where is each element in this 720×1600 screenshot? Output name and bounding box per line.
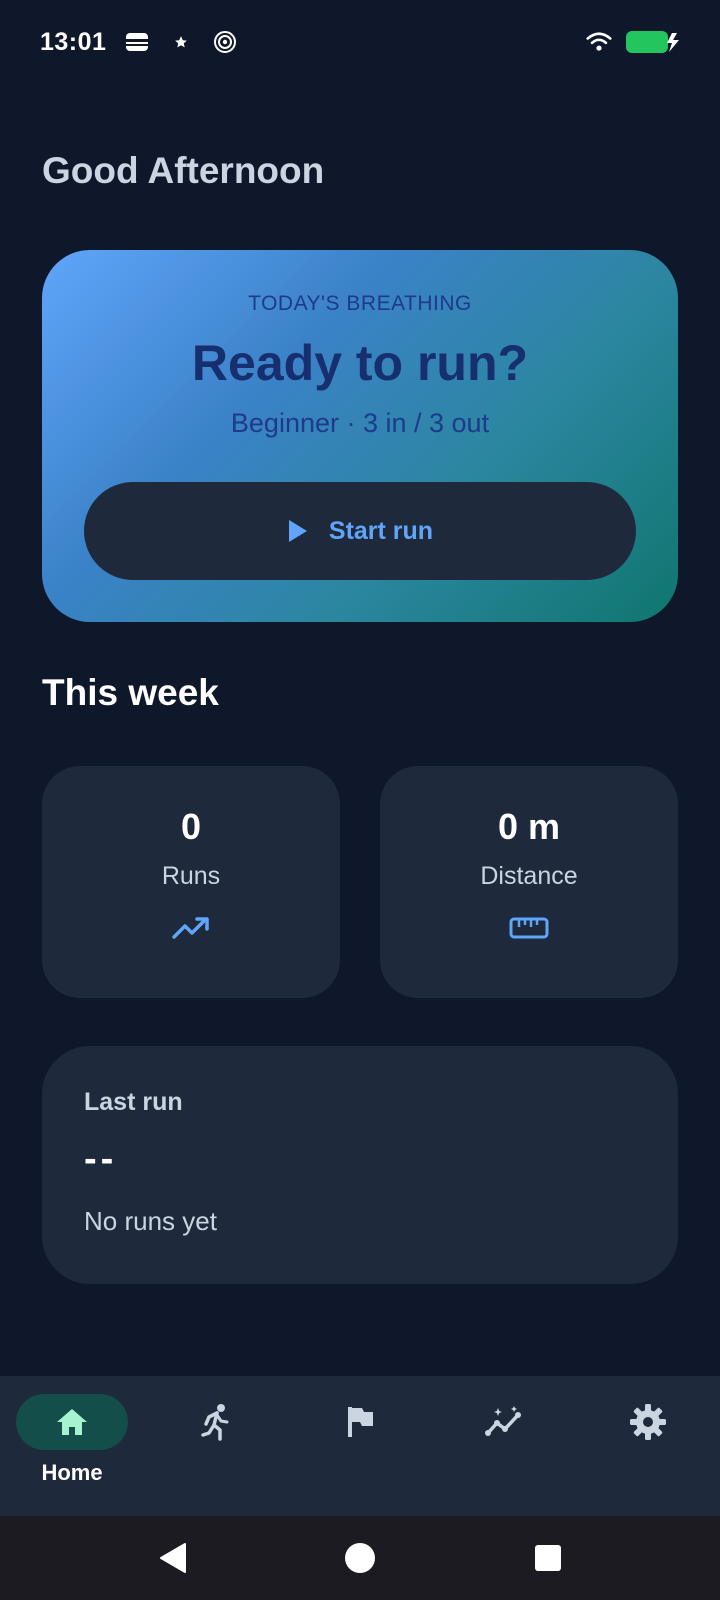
nav-item-insights[interactable] (432, 1376, 576, 1516)
hero-eyebrow: TODAY'S BREATHING (248, 292, 472, 315)
status-time: 13:01 (40, 27, 107, 56)
last-run-empty-text: No runs yet (84, 1206, 217, 1236)
play-icon (287, 519, 309, 543)
home-circle-icon[interactable] (342, 1540, 378, 1576)
hero-title: Ready to run? (191, 335, 529, 391)
back-icon[interactable] (154, 1540, 190, 1576)
spiral-icon (212, 29, 238, 55)
runs-value: 0 (180, 806, 202, 847)
trending-up-icon (172, 916, 210, 940)
home-screen: 13:01 Good Afternoon TODAY'S BREATHING R… (0, 0, 720, 1600)
distance-value: 0 m (497, 806, 561, 847)
insights-icon (484, 1405, 524, 1439)
status-right (586, 29, 680, 55)
runs-label: Runs (161, 862, 221, 890)
nav-item-goals[interactable] (288, 1376, 432, 1516)
wallet-icon (124, 29, 150, 55)
nav-settings-pill (592, 1394, 704, 1450)
nav-item-run[interactable] (144, 1376, 288, 1516)
last-run-card[interactable]: Last run -- No runs yet (42, 1046, 678, 1284)
start-run-button[interactable]: Start run (84, 482, 636, 580)
system-navigation-bar (0, 1516, 720, 1600)
this-week-title: This week (42, 672, 219, 713)
nav-item-home[interactable]: Home (0, 1376, 144, 1516)
distance-stat-card: 0 m Distance (380, 766, 678, 998)
last-run-title: Last run (84, 1088, 183, 1116)
greeting: Good Afternoon (42, 150, 325, 191)
wifi-icon (586, 29, 612, 55)
hero-subtitle: Beginner · 3 in / 3 out (230, 408, 490, 438)
nav-home-pill (16, 1394, 128, 1450)
recents-icon[interactable] (530, 1540, 566, 1576)
distance-label: Distance (480, 862, 578, 890)
breathing-hero-card: TODAY'S BREATHING Ready to run? Beginner… (42, 250, 678, 622)
nav-home-label: Home (41, 1460, 103, 1485)
gear-icon (629, 1403, 667, 1441)
runner-icon (200, 1403, 232, 1441)
flag-icon (345, 1405, 375, 1439)
bottom-navigation: Home (0, 1376, 720, 1516)
start-run-label: Start run (328, 516, 434, 545)
last-run-value: -- (84, 1138, 118, 1180)
ruler-icon (509, 916, 549, 940)
nav-goals-pill (304, 1394, 416, 1450)
nav-run-pill (160, 1394, 272, 1450)
home-icon (55, 1407, 89, 1437)
star-icon (168, 29, 194, 55)
battery-charging-icon (626, 30, 680, 54)
nav-insights-pill (448, 1394, 560, 1450)
status-left: 13:01 (40, 28, 238, 57)
nav-item-settings[interactable] (576, 1376, 720, 1516)
runs-stat-card: 0 Runs (42, 766, 340, 998)
status-bar: 13:01 (0, 0, 720, 84)
